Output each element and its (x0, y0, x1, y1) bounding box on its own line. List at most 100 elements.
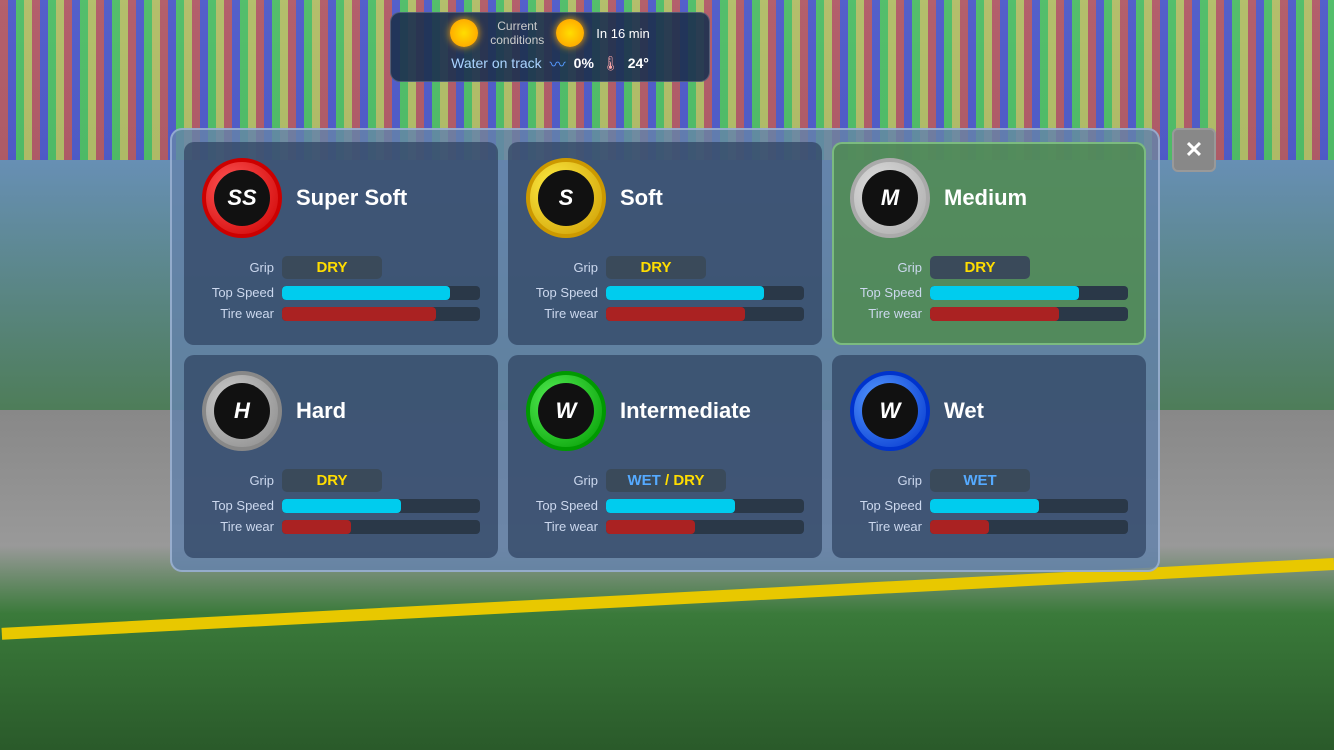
tirewear-bar-bg-medium (930, 307, 1128, 321)
close-button[interactable]: ✕ (1172, 128, 1216, 172)
tire-card-intermediate[interactable]: W Intermediate Grip WET / DRY Top Speed … (508, 355, 822, 558)
conditions-label: conditions (490, 33, 544, 47)
topspeed-bar-bg-hard (282, 499, 480, 513)
stat-topspeed-hard: Top Speed (202, 498, 480, 513)
tire-icon-soft: S (526, 158, 606, 238)
stat-grip-medium: Grip DRY (850, 256, 1128, 279)
stat-topspeed-medium: Top Speed (850, 285, 1128, 300)
grip-label-intermediate: Grip (526, 473, 598, 488)
tirewear-bar-bg-super-soft (282, 307, 480, 321)
grip-badge-medium: DRY (930, 256, 1030, 279)
topspeed-bar-intermediate (606, 499, 735, 513)
tire-letter-wet: W (862, 383, 918, 439)
tirewear-bar-bg-soft (606, 307, 804, 321)
topspeed-label-wet: Top Speed (850, 498, 922, 513)
topspeed-label-medium: Top Speed (850, 285, 922, 300)
topspeed-bar-bg-super-soft (282, 286, 480, 300)
tirewear-label-hard: Tire wear (202, 519, 274, 534)
topspeed-bar-bg-soft (606, 286, 804, 300)
tire-name-soft: Soft (620, 185, 663, 211)
stat-grip-super-soft: Grip DRY (202, 256, 480, 279)
tirewear-bar-bg-intermediate (606, 520, 804, 534)
topspeed-bar-super-soft (282, 286, 450, 300)
stat-topspeed-soft: Top Speed (526, 285, 804, 300)
current-label: Current (490, 19, 544, 33)
sun-icon-current (450, 19, 478, 47)
tirewear-label-intermediate: Tire wear (526, 519, 598, 534)
tire-name-wet: Wet (944, 398, 984, 424)
tirewear-label-soft: Tire wear (526, 306, 598, 321)
stat-tirewear-wet: Tire wear (850, 519, 1128, 534)
tire-icon-super-soft: SS (202, 158, 282, 238)
stat-tirewear-medium: Tire wear (850, 306, 1128, 321)
thermometer-icon: 🌡 (602, 55, 620, 72)
stat-topspeed-intermediate: Top Speed (526, 498, 804, 513)
weather-bar: Current conditions In 16 min Water on tr… (390, 12, 710, 82)
tirewear-bar-bg-wet (930, 520, 1128, 534)
stat-grip-wet: Grip WET (850, 469, 1128, 492)
grip-badge-soft: DRY (606, 256, 706, 279)
tirewear-bar-hard (282, 520, 351, 534)
tirewear-label-wet: Tire wear (850, 519, 922, 534)
stat-topspeed-wet: Top Speed (850, 498, 1128, 513)
tire-selection-panel: SS Super Soft Grip DRY Top Speed Tire we… (170, 128, 1160, 572)
tirewear-bar-intermediate (606, 520, 695, 534)
stat-topspeed-super-soft: Top Speed (202, 285, 480, 300)
tirewear-bar-soft (606, 307, 745, 321)
grip-label-hard: Grip (202, 473, 274, 488)
tire-letter-soft: S (538, 170, 594, 226)
tirewear-label-super-soft: Tire wear (202, 306, 274, 321)
in-time-label: In 16 min (596, 26, 649, 41)
grip-label-wet: Grip (850, 473, 922, 488)
stat-grip-soft: Grip DRY (526, 256, 804, 279)
tire-card-wet[interactable]: W Wet Grip WET Top Speed Tire wear (832, 355, 1146, 558)
tire-icon-intermediate: W (526, 371, 606, 451)
tire-name-medium: Medium (944, 185, 1027, 211)
close-icon: ✕ (1185, 139, 1203, 161)
tire-card-soft[interactable]: S Soft Grip DRY Top Speed Tire wear (508, 142, 822, 345)
grip-label-soft: Grip (526, 260, 598, 275)
topspeed-bar-soft (606, 286, 764, 300)
tire-letter-medium: M (862, 170, 918, 226)
tire-card-super-soft[interactable]: SS Super Soft Grip DRY Top Speed Tire we… (184, 142, 498, 345)
tirewear-bar-medium (930, 307, 1059, 321)
water-on-track-label: Water on track (451, 55, 542, 71)
tirewear-bar-wet (930, 520, 989, 534)
water-percent: 0% (574, 55, 594, 71)
tire-letter-super-soft: SS (214, 170, 270, 226)
topspeed-bar-bg-wet (930, 499, 1128, 513)
sun-icon-future (556, 19, 584, 47)
topspeed-bar-bg-medium (930, 286, 1128, 300)
topspeed-label-hard: Top Speed (202, 498, 274, 513)
stat-tirewear-intermediate: Tire wear (526, 519, 804, 534)
stat-tirewear-super-soft: Tire wear (202, 306, 480, 321)
tire-letter-hard: H (214, 383, 270, 439)
tire-name-super-soft: Super Soft (296, 185, 407, 211)
tire-icon-hard: H (202, 371, 282, 451)
tire-grid: SS Super Soft Grip DRY Top Speed Tire we… (184, 142, 1146, 558)
grip-badge-hard: DRY (282, 469, 382, 492)
water-icon: 〰 (550, 51, 566, 75)
grip-label-medium: Grip (850, 260, 922, 275)
tire-letter-intermediate: W (538, 383, 594, 439)
grip-badge-intermediate: WET / DRY (606, 469, 726, 492)
tire-card-medium[interactable]: M Medium Grip DRY Top Speed Tire wear (832, 142, 1146, 345)
stat-tirewear-hard: Tire wear (202, 519, 480, 534)
topspeed-bar-bg-intermediate (606, 499, 804, 513)
stat-grip-hard: Grip DRY (202, 469, 480, 492)
topspeed-bar-wet (930, 499, 1039, 513)
tire-name-hard: Hard (296, 398, 346, 424)
tire-icon-wet: W (850, 371, 930, 451)
tire-card-hard[interactable]: H Hard Grip DRY Top Speed Tire wear (184, 355, 498, 558)
grip-badge-super-soft: DRY (282, 256, 382, 279)
grip-label-super-soft: Grip (202, 260, 274, 275)
tire-icon-medium: M (850, 158, 930, 238)
stat-tirewear-soft: Tire wear (526, 306, 804, 321)
topspeed-label-intermediate: Top Speed (526, 498, 598, 513)
tirewear-label-medium: Tire wear (850, 306, 922, 321)
grip-badge-wet: WET (930, 469, 1030, 492)
tirewear-bar-super-soft (282, 307, 436, 321)
temperature: 24° (628, 55, 649, 71)
topspeed-bar-hard (282, 499, 401, 513)
tire-name-intermediate: Intermediate (620, 398, 751, 424)
